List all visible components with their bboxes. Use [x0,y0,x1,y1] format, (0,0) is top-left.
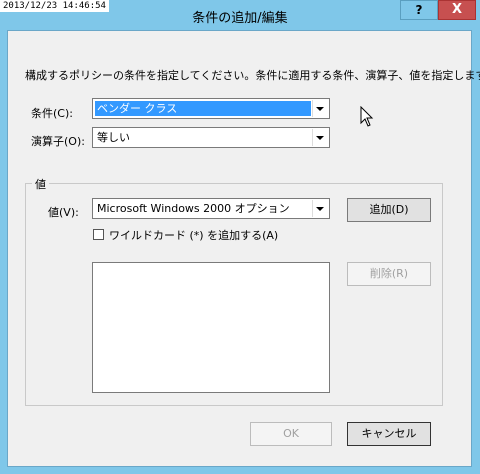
wildcard-checkbox-label[interactable]: ワイルドカード (*) を追加する(A) [109,227,278,243]
condition-value: ベンダー クラス [95,101,311,116]
operator-label: 演算子(O): [31,135,85,148]
cancel-button[interactable]: キャンセル [347,422,431,446]
mouse-cursor-icon [360,106,374,127]
help-button[interactable]: ? [400,0,438,20]
value-value: Microsoft Windows 2000 オプション [97,202,290,215]
operator-value: 等しい [97,131,130,144]
ok-button[interactable]: OK [250,422,332,446]
timestamp-overlay: 2013/12/23 14:46:54 [0,0,109,12]
condition-label: 条件(C): [31,107,73,120]
chevron-down-icon[interactable] [312,129,328,146]
values-listbox[interactable] [92,262,330,393]
value-group-title: 値 [32,176,49,192]
condition-combobox[interactable]: ベンダー クラス [92,98,330,119]
chevron-down-icon[interactable] [312,100,328,117]
delete-button[interactable]: 削除(R) [347,262,431,286]
value-combobox[interactable]: Microsoft Windows 2000 オプション [92,198,330,219]
close-button[interactable]: X [438,0,476,20]
instruction-text: 構成するポリシーの条件を指定してください。条件に適用する条件、演算子、値を指定し… [25,69,480,82]
wildcard-checkbox[interactable] [93,229,104,240]
dialog-window: 条件の追加/編集 ? X 2013/12/23 14:46:54 構成するポリシ… [0,0,480,474]
chevron-down-icon[interactable] [312,200,328,217]
add-button[interactable]: 追加(D) [347,198,431,222]
operator-combobox[interactable]: 等しい [92,127,330,148]
value-label: 値(V): [48,206,79,219]
